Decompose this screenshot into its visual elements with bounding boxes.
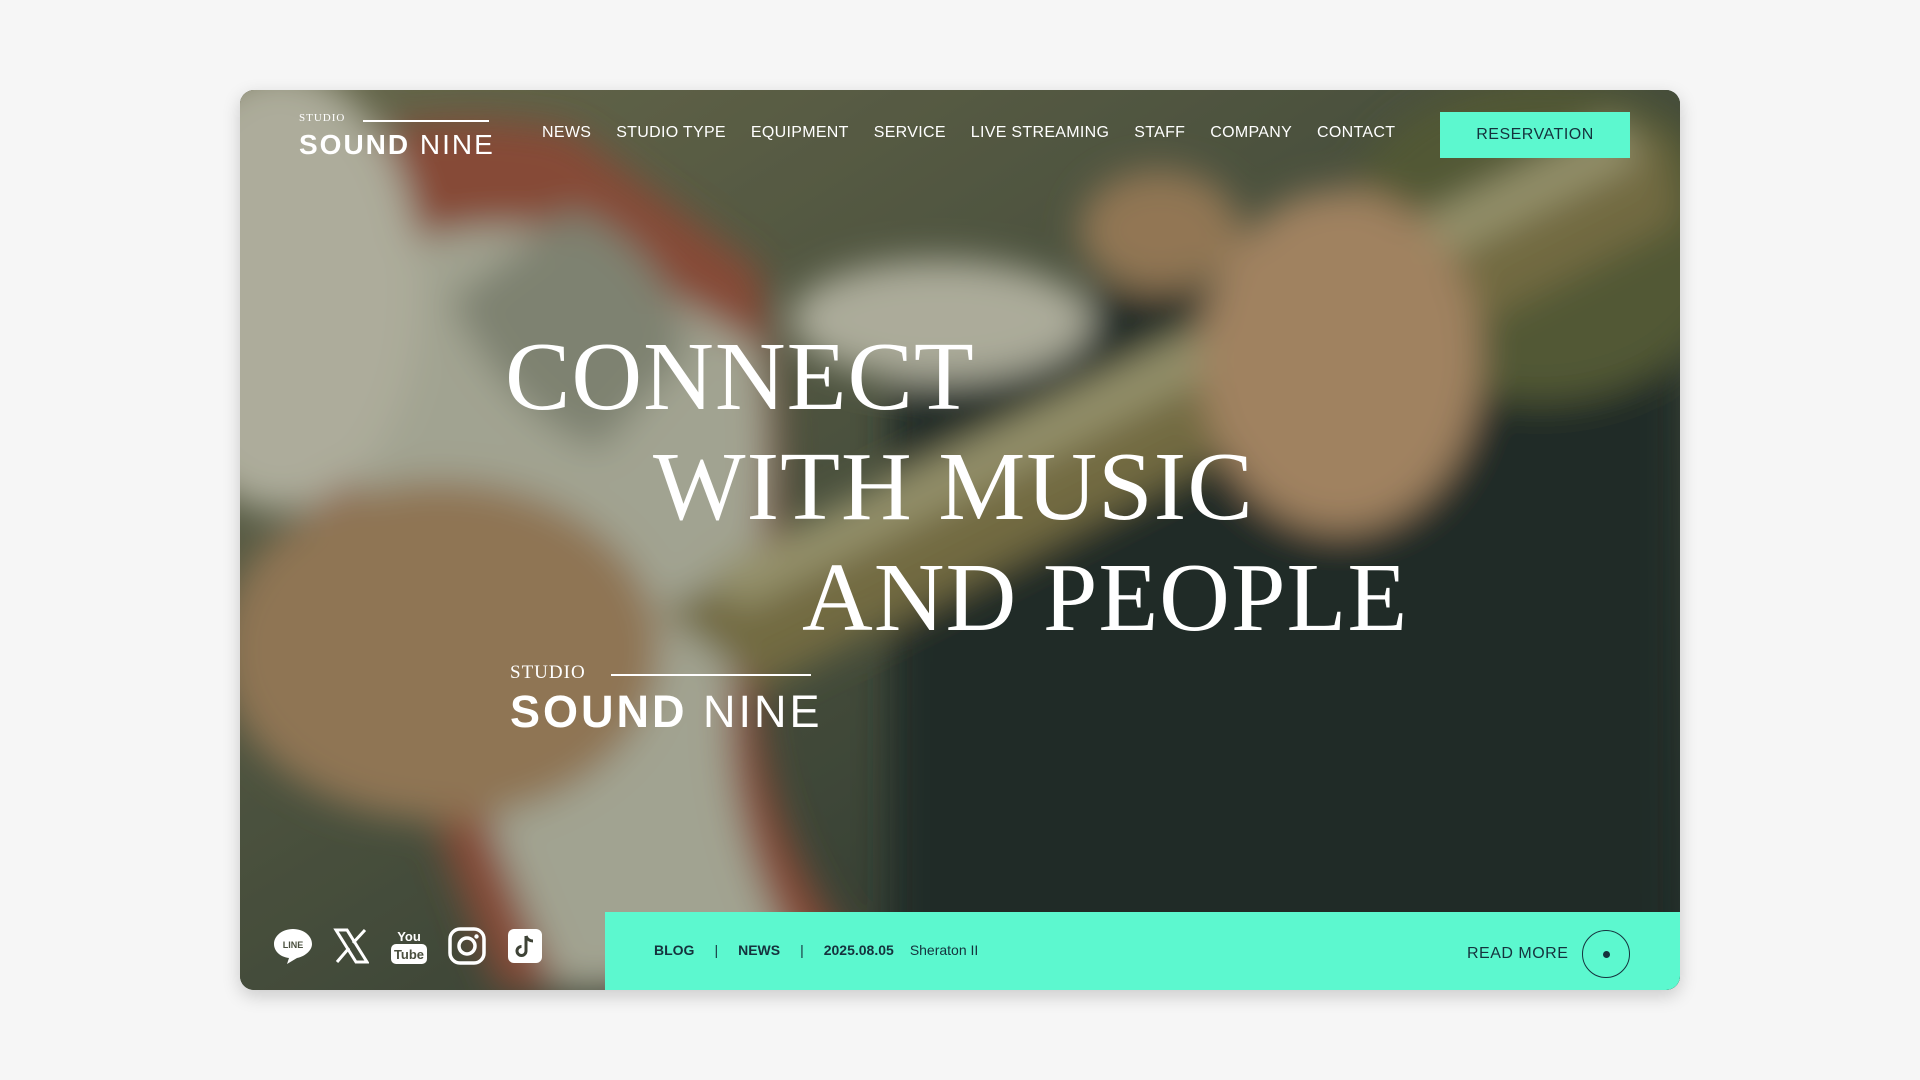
news-separator: | xyxy=(714,942,719,958)
logo-name-light: NINE xyxy=(419,129,495,160)
read-more-button[interactable]: READ MORE xyxy=(1467,930,1631,978)
dot-icon xyxy=(1602,950,1610,958)
x-icon[interactable] xyxy=(331,926,371,966)
social-links: LINE You Tube xyxy=(273,926,563,966)
logo-name-bold: SOUND xyxy=(299,129,411,160)
nav-live-streaming[interactable]: LIVE STREAMING xyxy=(971,124,1109,142)
logo-rule xyxy=(363,120,489,122)
nav-company[interactable]: COMPANY xyxy=(1210,124,1292,142)
line-icon[interactable]: LINE xyxy=(273,926,313,966)
read-more-circle-icon xyxy=(1582,930,1631,978)
news-category-blog[interactable]: BLOG xyxy=(654,942,694,958)
logo-studio-text: STUDIO xyxy=(299,112,346,124)
read-more-label: READ MORE xyxy=(1467,945,1569,962)
svg-text:Tube: Tube xyxy=(394,947,424,962)
header-logo[interactable]: STUDIO SOUND NINE xyxy=(299,112,493,160)
hero-logo: STUDIO SOUND NINE xyxy=(510,662,820,737)
news-category-news[interactable]: NEWS xyxy=(738,942,780,958)
hero-logo-name-light: NINE xyxy=(703,686,823,737)
logo-name: SOUND NINE xyxy=(299,129,495,161)
tiktok-icon[interactable] xyxy=(505,926,545,966)
news-date: 2025.08.05 xyxy=(823,942,894,958)
news-item[interactable]: BLOG | NEWS | 2025.08.05 Sheraton II xyxy=(654,942,978,958)
news-ticker-bar: BLOG | NEWS | 2025.08.05 Sheraton II REA… xyxy=(605,912,1680,990)
hero-logo-studio-text: STUDIO xyxy=(510,662,586,683)
svg-text:You: You xyxy=(397,929,421,944)
nav-staff[interactable]: STAFF xyxy=(1134,124,1185,142)
site-frame: STUDIO SOUND NINE NEWS STUDIO TYPE EQUIP… xyxy=(240,90,1680,990)
reservation-button[interactable]: RESERVATION xyxy=(1440,112,1630,158)
nav-equipment[interactable]: EQUIPMENT xyxy=(751,124,849,142)
nav-service[interactable]: SERVICE xyxy=(874,124,946,142)
nav-studio-type[interactable]: STUDIO TYPE xyxy=(616,124,726,142)
hero-logo-rule xyxy=(611,674,811,676)
hero-logo-name: SOUND NINE xyxy=(510,686,823,738)
news-title[interactable]: Sheraton II xyxy=(910,942,979,958)
instagram-icon[interactable] xyxy=(447,926,487,966)
svg-text:LINE: LINE xyxy=(283,940,304,950)
hero-headline-line-1: CONNECT xyxy=(505,323,975,431)
news-separator: | xyxy=(800,942,804,958)
main-nav: NEWS STUDIO TYPE EQUIPMENT SERVICE LIVE … xyxy=(542,124,1420,142)
hero-headline-line-2: WITH MUSIC xyxy=(653,433,1254,541)
hero-logo-name-bold: SOUND xyxy=(510,686,688,737)
youtube-icon[interactable]: You Tube xyxy=(389,926,429,966)
nav-contact[interactable]: CONTACT xyxy=(1317,124,1395,142)
hero-headline-line-3: AND PEOPLE xyxy=(802,544,1409,652)
nav-news[interactable]: NEWS xyxy=(542,124,591,142)
